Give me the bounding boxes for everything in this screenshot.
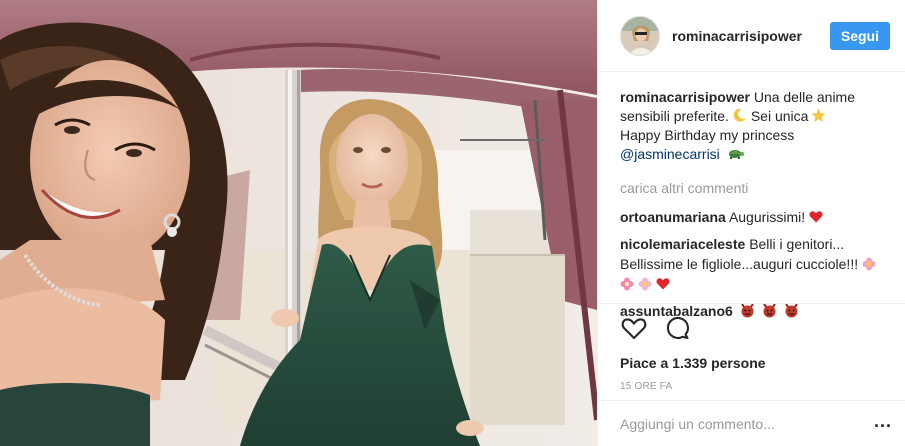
caption-text-1: Una delle anime	[753, 89, 855, 105]
speech-bubble-icon	[666, 316, 689, 340]
caption: rominacarrisipower Una delle anime sensi…	[620, 88, 888, 164]
crescent-moon-emoji	[733, 108, 746, 122]
caption-username[interactable]: rominacarrisipower	[620, 89, 750, 105]
post-timestamp[interactable]: 15 ORE FA	[620, 381, 905, 392]
caption-text-2a: sensibili preferite.	[620, 108, 729, 124]
follow-button[interactable]: Segui	[829, 21, 890, 50]
post-actions: Piace a 1.339 persone 15 ORE FA	[598, 303, 905, 392]
comment-text: Augurissimi!	[728, 209, 806, 225]
comment-username[interactable]: nicolemariaceleste	[620, 236, 745, 252]
caption-text-3: Happy Birthday my princess	[620, 127, 795, 143]
heart-outline-icon	[621, 318, 647, 340]
add-comment-input[interactable]	[620, 415, 874, 432]
avatar-image	[621, 16, 659, 55]
likes-count[interactable]: Piace a 1.339 persone	[620, 355, 905, 371]
turtle-emoji	[728, 150, 744, 159]
blossom-emoji	[620, 277, 634, 291]
comment-button[interactable]	[664, 314, 692, 342]
post-photo[interactable]	[0, 0, 597, 446]
red-heart-emoji	[809, 211, 823, 223]
photo-illustration	[0, 0, 597, 446]
star-emoji	[811, 108, 826, 122]
comment-item: ortoanumariana Augurissimi!	[620, 207, 888, 227]
instagram-post: rominacarrisipower Segui rominacarrisipo…	[0, 0, 905, 446]
comment-item: nicolemariaceleste Belli i genitori... B…	[620, 234, 888, 294]
comment-text-2: Bellissime le figliole...auguri cucciole…	[620, 256, 859, 272]
comment-username[interactable]: ortoanumariana	[620, 209, 726, 225]
post-sidebar: rominacarrisipower Segui rominacarrisipo…	[597, 0, 905, 446]
more-options-button[interactable]: ...	[874, 412, 892, 430]
avatar[interactable]	[620, 15, 660, 56]
caption-text-2b: Sei unica	[746, 108, 809, 124]
add-comment-bar: ...	[598, 400, 905, 446]
blossom-emoji	[638, 277, 652, 291]
comment-text-1: Belli i genitori...	[749, 236, 845, 252]
username[interactable]: rominacarrisipower	[672, 28, 830, 44]
caption-mention[interactable]: @jasminecarrisi	[620, 146, 720, 162]
load-more-comments-link[interactable]: carica altri commenti	[620, 180, 888, 196]
blossom-emoji	[862, 257, 876, 271]
red-heart-emoji	[656, 278, 670, 290]
like-button[interactable]	[620, 314, 648, 342]
post-header: rominacarrisipower Segui	[598, 0, 905, 72]
comments-list: rominacarrisipower Una delle anime sensi…	[620, 88, 888, 328]
